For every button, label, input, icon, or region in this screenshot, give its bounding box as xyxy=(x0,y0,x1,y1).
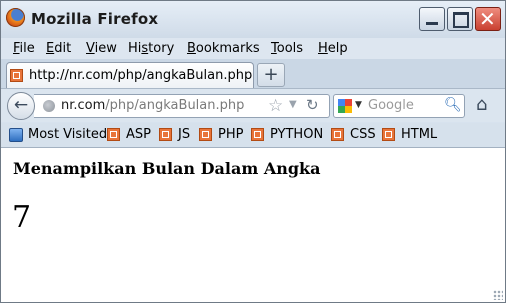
close-button[interactable]: ✕ xyxy=(475,7,501,31)
menu-help[interactable]: Help xyxy=(318,41,348,56)
bookmark-favicon-icon xyxy=(251,128,264,141)
menu-tools[interactable]: Tools xyxy=(271,41,303,56)
maximize-icon xyxy=(453,12,469,28)
search-engine-dropdown-icon[interactable]: ▼ xyxy=(355,100,362,110)
bookmark-label: CSS xyxy=(350,127,376,142)
menu-edit[interactable]: Edit xyxy=(46,41,71,56)
bookmark-favicon-icon xyxy=(382,128,395,141)
back-button[interactable]: ← xyxy=(7,92,35,120)
title-bar[interactable]: Mozilla Firefox ✕ xyxy=(1,1,505,38)
bookmark-label: PYTHON xyxy=(270,127,324,142)
address-bar[interactable]: nr.com/php/angkaBulan.php ☆ ▼ ↻ xyxy=(34,94,330,118)
bookmark-star-icon[interactable]: ☆ xyxy=(268,96,283,116)
menu-view[interactable]: View xyxy=(86,41,117,56)
bookmark-favicon-icon xyxy=(159,128,172,141)
menu-bar: File Edit View History Bookmarks Tools H… xyxy=(1,38,505,59)
history-dropdown-icon[interactable]: ▼ xyxy=(289,99,297,110)
firefox-logo-icon xyxy=(6,8,25,27)
bookmark-label: PHP xyxy=(218,127,244,142)
bookmark-favicon-icon xyxy=(199,128,212,141)
menu-file[interactable]: File xyxy=(13,41,35,56)
url-host: nr.com xyxy=(61,98,106,113)
search-bar[interactable]: ▼ Google 🔍︎ xyxy=(333,94,465,118)
new-tab-button[interactable]: + xyxy=(257,63,285,87)
navigation-toolbar: nr.com/php/angkaBulan.php ☆ ▼ ↻ ← ▼ Goog… xyxy=(1,89,505,122)
bookmark-favicon-icon xyxy=(331,128,344,141)
browser-window: Mozilla Firefox ✕ File Edit View History… xyxy=(0,0,506,303)
most-visited-icon xyxy=(9,128,23,142)
home-icon[interactable]: ⌂ xyxy=(476,94,487,115)
bookmark-label: HTML xyxy=(401,127,438,142)
reload-icon[interactable]: ↻ xyxy=(306,96,319,114)
minimize-button[interactable] xyxy=(419,7,445,31)
window-title: Mozilla Firefox xyxy=(31,10,159,28)
bookmark-favicon-icon xyxy=(107,128,120,141)
tab-strip: http://nr.com/php/angkaBulan.php + xyxy=(1,59,505,89)
month-number: 7 xyxy=(12,200,32,235)
back-arrow-icon: ← xyxy=(13,95,29,115)
url-path: /php/angkaBulan.php xyxy=(105,98,245,113)
tab-title: http://nr.com/php/angkaBulan.php xyxy=(29,68,253,83)
google-icon[interactable] xyxy=(338,99,352,113)
page-favicon-icon xyxy=(10,69,23,82)
bookmark-label: ASP xyxy=(126,127,151,142)
bookmarks-toolbar: Most Visited ASP JS PHP PYTHON CSS HTML xyxy=(1,123,505,148)
close-icon: ✕ xyxy=(479,7,496,31)
page-heading: Menampilkan Bulan Dalam Angka xyxy=(13,159,321,178)
bookmark-label: JS xyxy=(178,127,191,142)
page-content: Menampilkan Bulan Dalam Angka 7 xyxy=(1,148,505,302)
resize-grip-icon[interactable] xyxy=(493,290,503,300)
globe-icon[interactable] xyxy=(43,100,55,112)
magnifier-icon[interactable]: 🔍︎ xyxy=(444,97,462,113)
address-text[interactable]: nr.com/php/angkaBulan.php xyxy=(61,98,244,113)
menu-bookmarks[interactable]: Bookmarks xyxy=(187,41,260,56)
tab-active[interactable]: http://nr.com/php/angkaBulan.php xyxy=(6,62,254,88)
maximize-button[interactable] xyxy=(447,7,473,31)
search-input[interactable]: Google xyxy=(368,98,414,113)
bookmark-label: Most Visited xyxy=(28,127,108,142)
minimize-icon xyxy=(426,22,438,25)
menu-history[interactable]: History xyxy=(128,41,174,56)
